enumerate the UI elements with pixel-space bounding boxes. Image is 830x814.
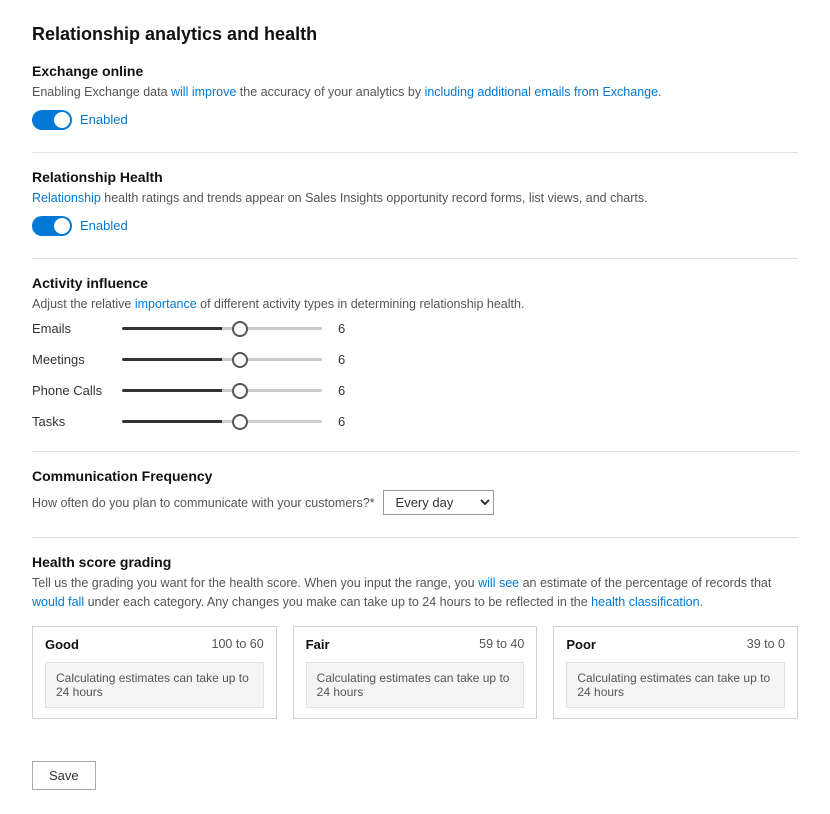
grade-card-fair: Fair 59 to 40 Calculating estimates can … <box>293 626 538 719</box>
slider-phone-calls[interactable] <box>122 389 322 392</box>
slider-meetings[interactable] <box>122 358 322 361</box>
relationship-health-toggle[interactable] <box>32 216 72 236</box>
slider-value-phone-calls: 6 <box>338 383 354 398</box>
freq-row: How often do you plan to communicate wit… <box>32 490 798 515</box>
grade-card-good: Good 100 to 60 Calculating estimates can… <box>32 626 277 719</box>
hsg-mid1: an estimate of the percentage of records… <box>519 576 771 590</box>
divider-2 <box>32 258 798 259</box>
divider-1 <box>32 152 798 153</box>
slider-label-emails: Emails <box>32 321 122 336</box>
relationship-health-description: Relationship health ratings and trends a… <box>32 189 798 208</box>
activity-influence-heading: Activity influence <box>32 275 798 291</box>
desc-end: . <box>658 85 661 99</box>
grade-range-good: 100 to 60 <box>212 637 264 651</box>
grade-card-header-poor: Poor 39 to 0 <box>566 637 785 652</box>
relationship-health-section: Relationship Health Relationship health … <box>32 169 798 236</box>
relationship-health-toggle-label: Enabled <box>80 218 128 233</box>
freq-description: How often do you plan to communicate wit… <box>32 496 375 510</box>
ai-desc-start: Adjust the relative <box>32 297 135 311</box>
desc-mid: the accuracy of your analytics by <box>236 85 424 99</box>
slider-value-meetings: 6 <box>338 352 354 367</box>
grade-estimate-poor: Calculating estimates can take up to 24 … <box>566 662 785 708</box>
grade-title-good: Good <box>45 637 79 652</box>
health-score-description: Tell us the grading you want for the hea… <box>32 574 798 612</box>
slider-label-tasks: Tasks <box>32 414 122 429</box>
desc-plain: Enabling Exchange data <box>32 85 171 99</box>
health-score-grading-section: Health score grading Tell us the grading… <box>32 554 798 719</box>
activity-influence-description: Adjust the relative importance of differ… <box>32 295 798 314</box>
communication-frequency-section: Communication Frequency How often do you… <box>32 468 798 515</box>
slider-label-phone-calls: Phone Calls <box>32 383 122 398</box>
hsg-end: . <box>700 595 703 609</box>
ai-desc-link: importance <box>135 297 197 311</box>
exchange-online-heading: Exchange online <box>32 63 798 79</box>
desc-link2: including additional emails from Exchang… <box>425 85 658 99</box>
hsg-mid2: under each category. Any changes you mak… <box>84 595 591 609</box>
toggle-thumb <box>54 112 70 128</box>
communication-frequency-heading: Communication Frequency <box>32 468 798 484</box>
slider-row-tasks: Tasks 6 <box>32 414 798 429</box>
grade-card-poor: Poor 39 to 0 Calculating estimates can t… <box>553 626 798 719</box>
ai-desc-rest: of different activity types in determini… <box>197 297 525 311</box>
grade-estimate-good: Calculating estimates can take up to 24 … <box>45 662 264 708</box>
health-score-heading: Health score grading <box>32 554 798 570</box>
hsg-link1: will see <box>478 576 519 590</box>
slider-label-meetings: Meetings <box>32 352 122 367</box>
activity-influence-section: Activity influence Adjust the relative i… <box>32 275 798 430</box>
slider-section: Emails 6 Meetings 6 Phone Calls 6 Tasks … <box>32 321 798 429</box>
desc-link1: will improve <box>171 85 236 99</box>
slider-value-emails: 6 <box>338 321 354 336</box>
slider-row-emails: Emails 6 <box>32 321 798 336</box>
rh-desc-rest: health ratings and trends appear on Sale… <box>101 191 648 205</box>
rh-desc-link: Relationship <box>32 191 101 205</box>
grade-estimate-fair: Calculating estimates can take up to 24 … <box>306 662 525 708</box>
divider-3 <box>32 451 798 452</box>
grade-card-header-fair: Fair 59 to 40 <box>306 637 525 652</box>
relationship-health-toggle-row: Enabled <box>32 216 798 236</box>
exchange-online-toggle-label: Enabled <box>80 112 128 127</box>
slider-value-tasks: 6 <box>338 414 354 429</box>
grade-title-fair: Fair <box>306 637 330 652</box>
hsg-link3: health classification <box>591 595 699 609</box>
hsg-desc-start: Tell us the grading you want for the hea… <box>32 576 478 590</box>
freq-select[interactable]: Every day Every week Every month <box>383 490 494 515</box>
slider-row-meetings: Meetings 6 <box>32 352 798 367</box>
divider-4 <box>32 537 798 538</box>
grade-card-header-good: Good 100 to 60 <box>45 637 264 652</box>
hsg-link2: would fall <box>32 595 84 609</box>
grade-range-fair: 59 to 40 <box>479 637 524 651</box>
slider-row-phone-calls: Phone Calls 6 <box>32 383 798 398</box>
save-button[interactable]: Save <box>32 761 96 790</box>
exchange-online-description: Enabling Exchange data will improve the … <box>32 83 798 102</box>
slider-emails[interactable] <box>122 327 322 330</box>
relationship-health-heading: Relationship Health <box>32 169 798 185</box>
page-title: Relationship analytics and health <box>32 24 798 45</box>
grade-cards: Good 100 to 60 Calculating estimates can… <box>32 626 798 719</box>
exchange-online-toggle-row: Enabled <box>32 110 798 130</box>
exchange-online-section: Exchange online Enabling Exchange data w… <box>32 63 798 130</box>
toggle-thumb-2 <box>54 218 70 234</box>
slider-tasks[interactable] <box>122 420 322 423</box>
exchange-online-toggle[interactable] <box>32 110 72 130</box>
grade-range-poor: 39 to 0 <box>747 637 785 651</box>
grade-title-poor: Poor <box>566 637 596 652</box>
